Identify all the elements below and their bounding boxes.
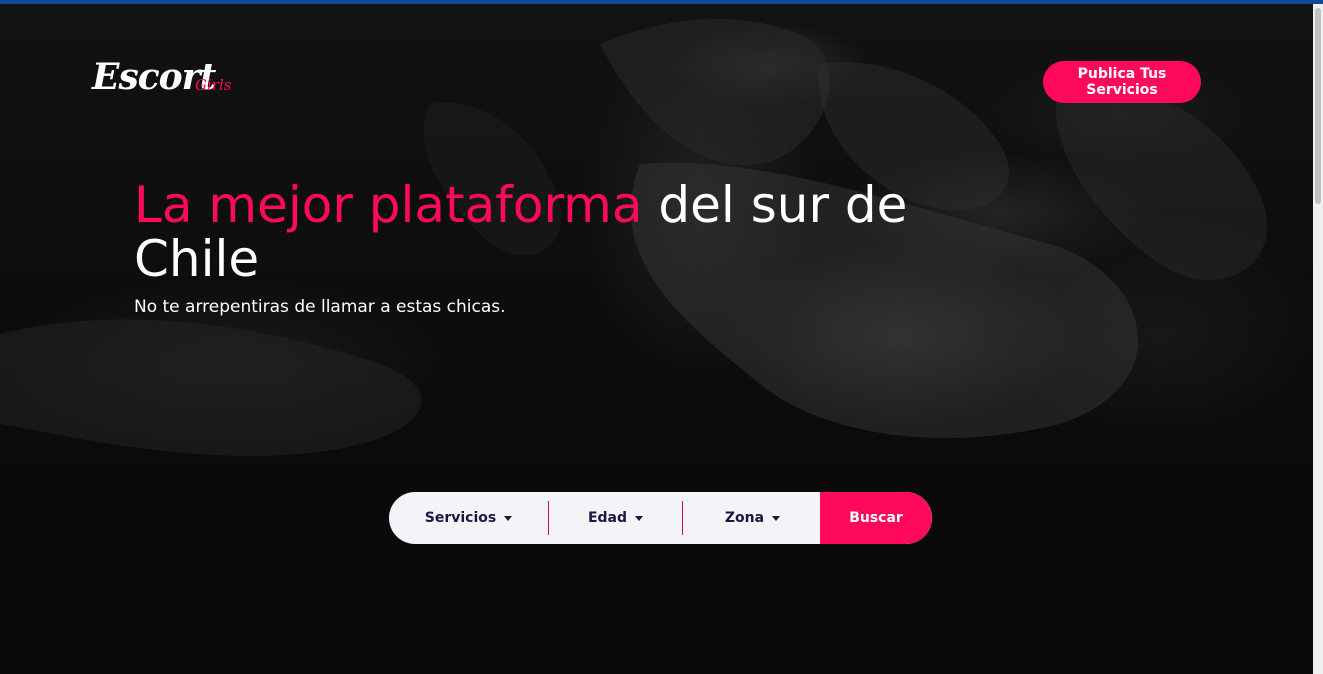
scrollbar-thumb[interactable] (1315, 8, 1321, 204)
search-button[interactable]: Buscar (820, 492, 932, 544)
chevron-down-icon (635, 515, 644, 521)
chevron-down-icon (504, 515, 513, 521)
zona-dropdown[interactable]: Zona (683, 492, 822, 544)
logo-subword: Girls (195, 76, 232, 94)
edad-dropdown[interactable]: Edad (549, 492, 682, 544)
servicios-dropdown[interactable]: Servicios (389, 492, 548, 544)
headline-accent: La mejor plataforma (134, 176, 643, 234)
page-scrollbar[interactable] (1313, 4, 1323, 674)
zona-label: Zona (724, 510, 765, 526)
publish-services-button[interactable]: Publica Tus Servicios (1043, 61, 1201, 103)
chevron-down-icon (772, 515, 781, 521)
site-logo[interactable]: Escort Girls (92, 56, 242, 106)
hero-subheadline: No te arrepentiras de llamar a estas chi… (134, 297, 506, 317)
edad-label: Edad (587, 510, 628, 526)
servicios-label: Servicios (424, 510, 497, 526)
hero-headline: La mejor plataforma del sur de Chile (134, 178, 954, 286)
search-bar: Servicios Edad Zona Buscar (389, 492, 932, 544)
hero-section: Escort Girls Publica Tus Servicios La me… (0, 4, 1313, 674)
